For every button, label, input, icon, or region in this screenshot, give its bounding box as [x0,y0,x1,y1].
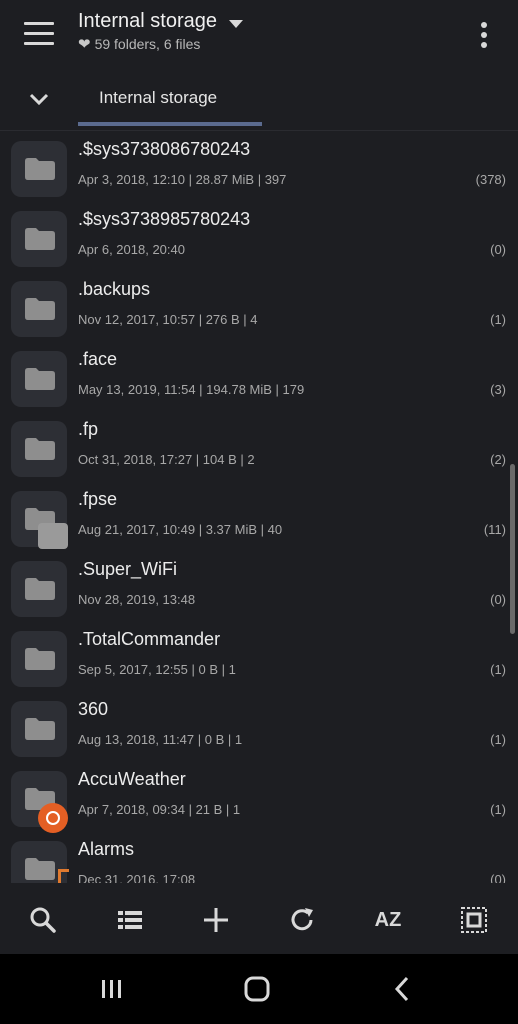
item-count: (11) [483,522,506,537]
tab-bar: Internal storage [0,70,518,131]
file-meta: May 13, 2019, 11:54 | 194.78 MiB | 179 [78,382,305,397]
list-item[interactable]: .$sys3738985780243 Apr 6, 2018, 20:40 (0) [0,201,518,271]
item-count: (1) [490,312,506,327]
folder-thumbnail[interactable] [11,701,67,757]
list-item[interactable]: .$sys3738086780243 Apr 3, 2018, 12:10 | 2… [0,131,518,201]
folder-icon [25,578,55,600]
file-list[interactable]: .$sys3738086780243 Apr 3, 2018, 12:10 | 2… [0,131,518,883]
file-meta: Aug 13, 2018, 11:47 | 0 B | 1 [78,732,243,747]
page-title: Internal storage [78,10,217,32]
item-count: (0) [490,242,506,257]
home-icon[interactable] [237,972,277,1006]
list-item[interactable]: .Super_WiFi Nov 28, 2019, 13:48 (0) [0,551,518,621]
file-meta: Nov 28, 2019, 13:48 [78,592,196,607]
add-icon[interactable] [200,904,232,936]
top-app-bar: Internal storage ❤ 59 folders, 6 files [0,0,518,70]
folder-summary: 59 folders, 6 files [94,36,201,52]
file-name: Alarms [78,839,135,859]
folder-thumbnail[interactable] [11,421,67,477]
folder-thumbnail[interactable] [11,281,67,337]
accuweather-icon [38,803,68,833]
folder-thumbnail[interactable] [11,211,67,267]
list-item[interactable]: 360 Aug 13, 2018, 11:47 | 0 B | 1 (1) [0,691,518,761]
chevron-down-icon[interactable] [28,92,50,108]
file-name: .fpse [78,489,118,509]
item-count: (0) [490,592,506,607]
system-nav-bar [0,954,518,1024]
item-count: (2) [490,452,506,467]
file-meta: Nov 12, 2017, 10:57 | 276 B | 4 [78,312,258,327]
file-meta: Apr 3, 2018, 12:10 | 28.87 MiB | 397 [78,172,287,187]
file-meta: Oct 31, 2018, 17:27 | 104 B | 2 [78,452,255,467]
item-count: (378) [475,172,506,187]
bottom-toolbar: AZ [0,884,518,954]
list-item[interactable]: .TotalCommander Sep 5, 2017, 12:55 | 0 B … [0,621,518,691]
more-options-icon[interactable] [476,20,492,50]
file-name: .Super_WiFi [78,559,178,579]
folder-icon [25,438,55,460]
back-icon[interactable] [382,972,422,1006]
file-name: .TotalCommander [78,629,221,649]
tab-internal-storage[interactable]: Internal storage [78,86,262,126]
location-selector[interactable]: Internal storage ❤ 59 folders, 6 files [78,10,243,53]
file-meta: Dec 31, 2016, 17:08 [78,872,196,883]
heart-icon[interactable]: ❤ [78,35,91,53]
app-badge-icon [38,523,68,549]
scrollbar[interactable] [510,464,515,634]
item-count: (1) [490,802,506,817]
tab-label: Internal storage [99,88,218,107]
item-count: (1) [490,662,506,677]
file-name: .$sys3738985780243 [78,209,251,229]
list-item[interactable]: Alarms Dec 31, 2016, 17:08 (0) [0,831,518,883]
list-item[interactable]: .fp Oct 31, 2018, 17:27 | 104 B | 2 (2) [0,411,518,481]
item-count: (3) [490,382,506,397]
file-name: 360 [78,699,109,719]
file-name: .face [78,349,118,369]
folder-thumbnail[interactable] [11,141,67,197]
folder-icon [25,648,55,670]
folder-thumbnail[interactable] [11,631,67,687]
refresh-icon[interactable] [286,904,318,936]
item-count: (0) [490,872,506,883]
file-name: .backups [78,279,151,299]
file-meta: Apr 7, 2018, 09:34 | 21 B | 1 [78,802,241,817]
dropdown-arrow-icon [228,19,243,28]
list-item[interactable]: AccuWeather Apr 7, 2018, 09:34 | 21 B | 1… [0,761,518,833]
sort-az-button[interactable]: AZ [368,904,408,936]
item-count: (1) [490,732,506,747]
menu-icon[interactable] [22,20,56,48]
folder-icon [25,298,55,320]
folder-icon [25,718,55,740]
list-item[interactable]: .face May 13, 2019, 11:54 | 194.78 MiB | … [0,341,518,411]
alarm-badge-icon [58,869,69,883]
folder-icon [25,158,55,180]
list-view-icon[interactable] [114,904,146,936]
select-all-icon[interactable] [458,904,490,936]
folder-thumbnail[interactable] [11,561,67,617]
folder-icon [25,858,55,880]
file-name: AccuWeather [78,769,186,789]
file-meta: Aug 21, 2017, 10:49 | 3.37 MiB | 40 [78,522,283,537]
active-tab-indicator [78,122,262,126]
folder-icon [25,368,55,390]
recent-apps-icon[interactable] [92,972,132,1006]
folder-icon [25,228,55,250]
list-item[interactable]: .backups Nov 12, 2017, 10:57 | 276 B | 4 (… [0,271,518,341]
list-item[interactable]: .fpse Aug 21, 2017, 10:49 | 3.37 MiB | 40… [0,481,518,551]
file-meta: Apr 6, 2018, 20:40 [78,242,185,257]
file-name: .fp [78,419,99,439]
file-name: .$sys3738086780243 [78,139,251,159]
search-icon[interactable] [27,904,59,936]
folder-thumbnail[interactable] [11,351,67,407]
file-meta: Sep 5, 2017, 12:55 | 0 B | 1 [78,662,236,677]
